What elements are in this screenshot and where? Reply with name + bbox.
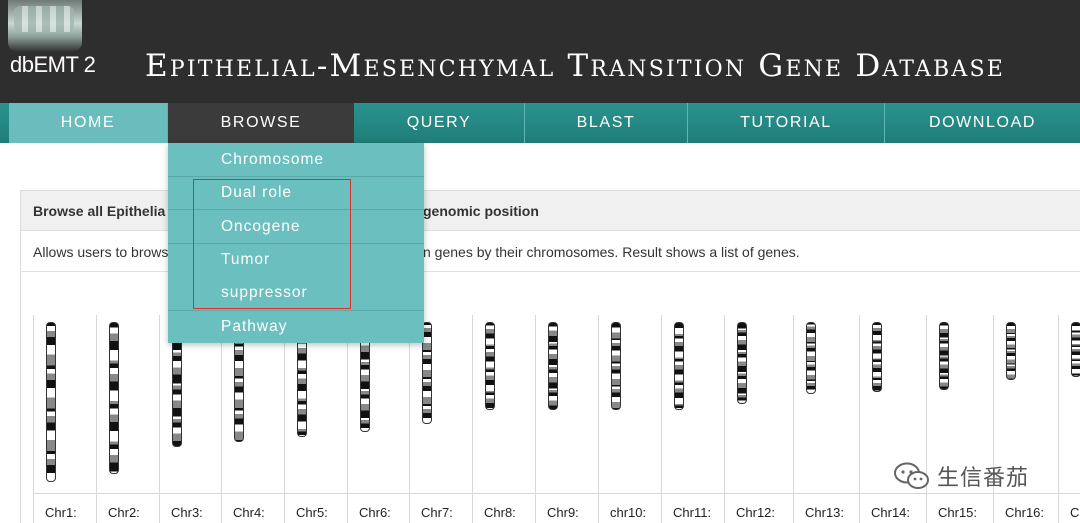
watermark: 生信番茄 xyxy=(893,460,1029,492)
nav-tutorial[interactable]: TUTORIAL xyxy=(688,103,885,143)
chromosome-column[interactable] xyxy=(472,315,535,523)
chromosome-column[interactable] xyxy=(661,315,724,523)
chromosome-label[interactable]: Chr5: xyxy=(296,505,328,520)
logo-text[interactable]: dbEMT 2 xyxy=(10,52,96,78)
chromosome-ideogram[interactable] xyxy=(46,322,56,482)
chromosome-column[interactable] xyxy=(535,315,598,523)
chromosome-column[interactable] xyxy=(724,315,793,523)
chromosome-column[interactable] xyxy=(598,315,661,523)
logo-image[interactable] xyxy=(8,0,82,52)
nav-download[interactable]: DOWNLOAD xyxy=(885,103,1080,143)
chromosome-label[interactable]: Chr9: xyxy=(547,505,579,520)
chromosome-column[interactable] xyxy=(96,315,159,523)
site-header: dbEMT 2 Epithelial-Mesenchymal Transitio… xyxy=(0,0,1080,103)
chromosome-label[interactable]: Chr13: xyxy=(805,505,844,520)
chromosome-label[interactable]: Chr14: xyxy=(871,505,910,520)
site-title: Epithelial-Mesenchymal Transition Gene D… xyxy=(145,48,1006,84)
nav-browse[interactable]: BROWSE xyxy=(168,103,354,143)
chromosome-ideogram[interactable] xyxy=(872,322,882,392)
dropdown-divider xyxy=(168,176,424,177)
chromosome-ideogram[interactable] xyxy=(109,322,119,474)
chromosome-label[interactable]: Chr15: xyxy=(938,505,977,520)
chromosome-label[interactable]: Chr7: xyxy=(421,505,453,520)
chromosome-ideogram[interactable] xyxy=(737,322,747,404)
chromosome-column[interactable] xyxy=(221,315,284,523)
chromosome-label[interactable]: Chr2: xyxy=(108,505,140,520)
chromosome-label-divider xyxy=(33,493,1080,494)
chromosome-column[interactable] xyxy=(347,315,409,523)
wechat-icon xyxy=(893,461,931,491)
dropdown-item-chromosome[interactable]: Chromosome xyxy=(168,151,424,169)
chromosome-ideogram[interactable] xyxy=(1006,322,1016,380)
chromosome-label[interactable]: Chr12: xyxy=(736,505,775,520)
chromosome-label[interactable]: Chr4: xyxy=(233,505,265,520)
highlight-box xyxy=(193,179,351,309)
panel-title: Browse all Epithelia xyxy=(33,203,166,219)
panel-description-continued: n genes by their chromosomes. Result sho… xyxy=(423,244,800,260)
chromosome-column[interactable] xyxy=(793,315,859,523)
chromosome-label[interactable]: C xyxy=(1070,505,1079,520)
chromosome-label[interactable]: Chr16: xyxy=(1005,505,1044,520)
nav-query[interactable]: QUERY xyxy=(354,103,525,143)
chromosome-column[interactable] xyxy=(284,315,347,523)
panel-title-continued: genomic position xyxy=(423,203,539,219)
chromosome-label[interactable]: Chr3: xyxy=(171,505,203,520)
watermark-text: 生信番茄 xyxy=(937,466,1030,491)
chromosome-column[interactable] xyxy=(33,315,96,523)
nav-blast[interactable]: BLAST xyxy=(525,103,688,143)
chromosome-label[interactable]: chr10: xyxy=(610,505,646,520)
chromosome-label[interactable]: Chr1: xyxy=(45,505,77,520)
main-nav: HOME BROWSE QUERY BLAST TUTORIAL DOWNLOA… xyxy=(0,103,1080,143)
chromosome-ideogram[interactable] xyxy=(485,322,495,410)
chromosome-ideogram[interactable] xyxy=(1071,322,1080,377)
dropdown-item-pathway[interactable]: Pathway xyxy=(168,318,424,336)
chromosome-ideogram[interactable] xyxy=(548,322,558,410)
browse-dropdown-menu: Chromosome Dual role Oncogene Tumor supp… xyxy=(168,143,424,343)
chromosome-ideogram[interactable] xyxy=(611,322,621,410)
chromosome-ideogram[interactable] xyxy=(939,322,949,390)
chromosome-label[interactable]: Chr6: xyxy=(359,505,391,520)
chromosome-label[interactable]: Chr11: xyxy=(673,505,711,520)
panel-description: Allows users to brows xyxy=(33,244,169,260)
chromosome-ideogram[interactable] xyxy=(806,322,816,394)
chromosome-ideogram[interactable] xyxy=(674,322,684,410)
chromosome-label[interactable]: Chr8: xyxy=(484,505,516,520)
chromosome-column[interactable] xyxy=(159,315,221,523)
dropdown-divider xyxy=(168,310,424,311)
nav-home[interactable]: HOME xyxy=(9,103,168,143)
chromosome-column[interactable] xyxy=(409,315,472,523)
